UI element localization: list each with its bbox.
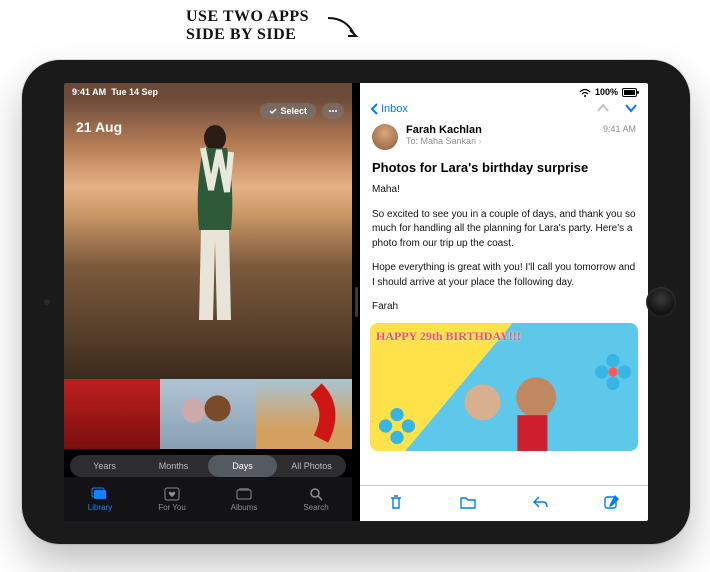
wifi-icon (579, 88, 591, 97)
body-paragraph: Maha! (372, 183, 636, 198)
photo-stack-icon (91, 487, 109, 501)
heart-square-icon (163, 487, 181, 501)
tab-label: Albums (231, 503, 258, 512)
photo-thumbnail-strip (64, 379, 352, 449)
segment-all-photos[interactable]: All Photos (277, 455, 346, 477)
photo-thumbnail[interactable] (256, 379, 352, 449)
battery-icon (622, 88, 640, 97)
photo-thumbnail[interactable] (160, 379, 256, 449)
arrow-icon (326, 14, 366, 44)
segment-months[interactable]: Months (139, 455, 208, 477)
move-button[interactable] (459, 493, 477, 514)
status-time: 9:41 AM (72, 87, 106, 97)
tab-for-you[interactable]: For You (136, 477, 208, 521)
tab-search[interactable]: Search (280, 477, 352, 521)
photos-hero-image[interactable]: 21 Aug Select (64, 97, 352, 379)
photo-date-title: 21 Aug (76, 119, 122, 135)
attachment-photo-subjects (370, 323, 638, 451)
ipad-device-frame: 9:41 AM Tue 14 Sep 21 Aug Select (22, 60, 690, 544)
segment-years[interactable]: Years (70, 455, 139, 477)
chevron-down-icon (624, 103, 638, 113)
ellipsis-icon (328, 107, 338, 115)
ipad-screen: 9:41 AM Tue 14 Sep 21 Aug Select (64, 83, 648, 521)
callout-annotation: USE TWO APPS SIDE BY SIDE (186, 8, 309, 44)
back-label: Inbox (381, 103, 408, 115)
chevron-up-icon (596, 103, 610, 113)
photos-app: 9:41 AM Tue 14 Sep 21 Aug Select (64, 83, 352, 521)
reply-icon (531, 493, 549, 511)
drag-handle-icon (355, 287, 358, 317)
status-bar-left: 9:41 AM Tue 14 Sep (64, 83, 352, 97)
split-view-divider[interactable] (352, 83, 360, 521)
time-range-segmented[interactable]: Years Months Days All Photos (70, 455, 346, 477)
callout-text: USE TWO APPS SIDE BY SIDE (186, 8, 309, 43)
avatar[interactable] (372, 124, 398, 150)
home-button[interactable] (646, 287, 676, 317)
reply-button[interactable] (531, 493, 549, 514)
search-icon (307, 487, 325, 501)
more-button[interactable] (322, 103, 344, 119)
folder-icon (459, 493, 477, 511)
battery-percent: 100% (595, 87, 618, 97)
tab-library[interactable]: Library (64, 477, 136, 521)
status-bar-right: 100% (360, 83, 648, 97)
front-camera (44, 299, 50, 305)
body-paragraph: Farah (372, 300, 636, 315)
mail-nav-bar: Inbox (360, 97, 648, 120)
message-subject: Photos for Lara's birthday surprise (360, 154, 648, 183)
albums-icon (235, 487, 253, 501)
mail-app: 100% Inbox Farah Kachlan To: (360, 83, 648, 521)
recipient-name: Maha Sankari (421, 136, 477, 146)
hero-subject (185, 120, 245, 330)
trash-icon (387, 493, 405, 511)
checkmark-icon (269, 107, 277, 115)
body-paragraph: So excited to see you in a couple of day… (372, 208, 636, 252)
message-header: Farah Kachlan To: Maha Sankari › 9:41 AM (360, 120, 648, 154)
chevron-right-icon: › (479, 136, 482, 146)
chevron-left-icon (370, 103, 378, 115)
segment-days[interactable]: Days (208, 455, 277, 477)
tab-label: Search (303, 503, 328, 512)
photo-thumbnail[interactable] (64, 379, 160, 449)
photos-tab-bar: Library For You Albums Search (64, 477, 352, 521)
sender-name[interactable]: Farah Kachlan (406, 124, 595, 136)
prev-message-button[interactable] (596, 101, 610, 116)
message-attachment[interactable]: HAPPY 29th BIRTHDAY!!! (370, 323, 638, 451)
compose-icon (603, 493, 621, 511)
compose-button[interactable] (603, 493, 621, 514)
tab-albums[interactable]: Albums (208, 477, 280, 521)
tab-label: For You (158, 503, 186, 512)
mail-toolbar (360, 485, 648, 521)
message-body: Maha! So excited to see you in a couple … (360, 183, 648, 315)
delete-button[interactable] (387, 493, 405, 514)
select-button[interactable]: Select (260, 103, 316, 119)
message-time: 9:41 AM (603, 124, 636, 134)
back-button[interactable]: Inbox (370, 103, 408, 115)
status-date: Tue 14 Sep (111, 87, 158, 97)
select-label: Select (280, 106, 307, 116)
tab-label: Library (88, 503, 112, 512)
recipient-line[interactable]: To: Maha Sankari › (406, 136, 595, 146)
next-message-button[interactable] (624, 101, 638, 116)
to-label: To: (406, 136, 418, 146)
body-paragraph: Hope everything is great with you! I'll … (372, 261, 636, 290)
